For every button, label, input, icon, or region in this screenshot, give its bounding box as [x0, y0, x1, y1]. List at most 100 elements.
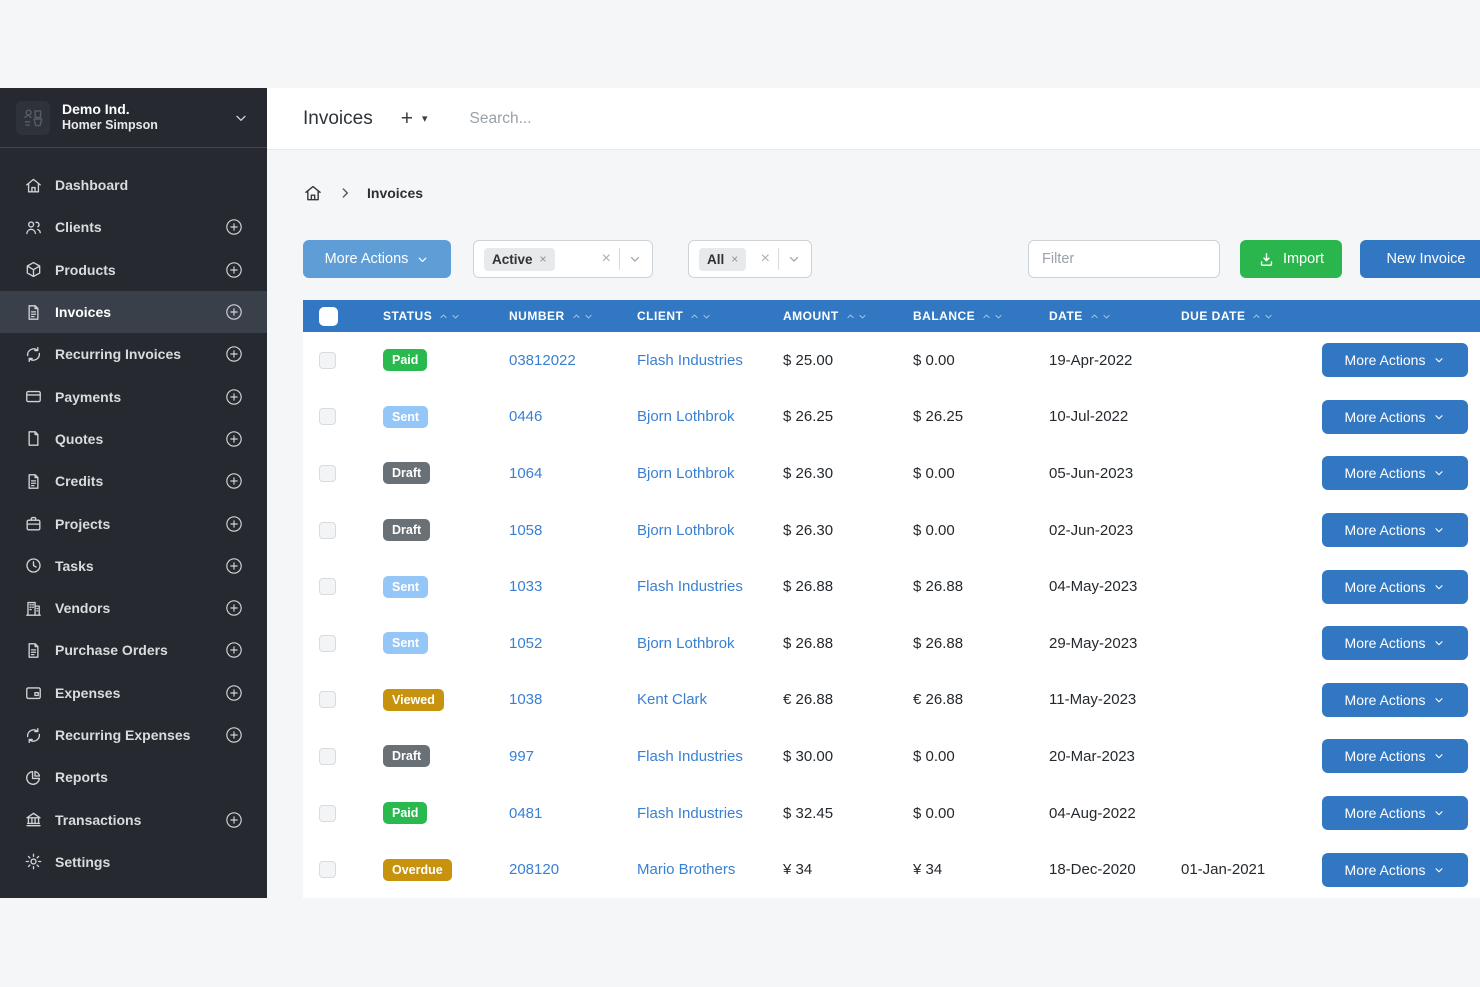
column-header-client[interactable]: CLIENT [621, 309, 767, 323]
row-more-actions-button[interactable]: More Actions [1322, 570, 1468, 604]
client-link[interactable]: Flash Industries [637, 748, 743, 765]
plus-circle-icon[interactable] [224, 640, 244, 660]
column-header-due-date[interactable]: DUE DATE [1165, 309, 1305, 323]
row-checkbox[interactable] [319, 805, 336, 822]
account-menu[interactable]: Demo Ind. Homer Simpson [0, 88, 267, 148]
sidebar-item-tasks[interactable]: Tasks [0, 545, 267, 587]
row-checkbox[interactable] [319, 522, 336, 539]
sidebar-item-clients[interactable]: Clients [0, 206, 267, 248]
client-link[interactable]: Bjorn Lothbrok [637, 465, 735, 482]
row-more-actions-button[interactable]: More Actions [1322, 456, 1468, 490]
sidebar-item-products[interactable]: Products [0, 249, 267, 291]
row-checkbox[interactable] [319, 861, 336, 878]
row-checkbox[interactable] [319, 748, 336, 765]
sidebar-item-vendors[interactable]: Vendors [0, 587, 267, 629]
sort-icons[interactable] [1252, 312, 1273, 321]
client-link[interactable]: Mario Brothers [637, 861, 735, 878]
sort-icons[interactable] [846, 312, 867, 321]
chevron-down-icon[interactable] [779, 252, 801, 266]
sort-icons[interactable] [572, 312, 593, 321]
row-more-actions-button[interactable]: More Actions [1322, 683, 1468, 717]
column-header-balance[interactable]: BALANCE [897, 309, 1033, 323]
sidebar-item-invoices[interactable]: Invoices [0, 291, 267, 333]
row-checkbox[interactable] [319, 578, 336, 595]
sidebar-item-quotes[interactable]: Quotes [0, 418, 267, 460]
row-more-actions-button[interactable]: More Actions [1322, 513, 1468, 547]
import-button[interactable]: Import [1240, 240, 1342, 278]
plus-circle-icon[interactable] [224, 260, 244, 280]
sidebar-item-projects[interactable]: Projects [0, 502, 267, 544]
filter-input[interactable] [1028, 240, 1220, 278]
sort-icons[interactable] [1090, 312, 1111, 321]
row-more-actions-button[interactable]: More Actions [1322, 626, 1468, 660]
row-checkbox[interactable] [319, 691, 336, 708]
sort-icons[interactable] [982, 312, 1003, 321]
sidebar-item-reports[interactable]: Reports [0, 756, 267, 798]
client-link[interactable]: Bjorn Lothbrok [637, 635, 735, 652]
client-link[interactable]: Flash Industries [637, 578, 743, 595]
select-clear-icon[interactable]: × [594, 250, 619, 268]
invoice-number-link[interactable]: 0481 [509, 805, 542, 822]
row-more-actions-button[interactable]: More Actions [1322, 400, 1468, 434]
plus-circle-icon[interactable] [224, 514, 244, 534]
row-more-actions-button[interactable]: More Actions [1322, 796, 1468, 830]
quick-add-caret-icon[interactable]: ▾ [422, 112, 428, 125]
invoice-number-link[interactable]: 03812022 [509, 352, 576, 369]
home-icon[interactable] [303, 183, 323, 203]
client-link[interactable]: Bjorn Lothbrok [637, 522, 735, 539]
row-checkbox[interactable] [319, 635, 336, 652]
quick-add-button[interactable]: + [401, 108, 413, 129]
chevron-down-icon[interactable] [620, 252, 642, 266]
column-header-date[interactable]: DATE [1033, 309, 1165, 323]
search-input[interactable] [470, 110, 890, 128]
plus-circle-icon[interactable] [224, 683, 244, 703]
client-link[interactable]: Bjorn Lothbrok [637, 408, 735, 425]
client-filter-select[interactable]: All × × [688, 240, 812, 278]
plus-circle-icon[interactable] [224, 344, 244, 364]
sidebar-item-credits[interactable]: Credits [0, 460, 267, 502]
sidebar-item-payments[interactable]: Payments [0, 375, 267, 417]
invoice-number-link[interactable]: 1058 [509, 522, 542, 539]
invoice-number-link[interactable]: 1064 [509, 465, 542, 482]
plus-circle-icon[interactable] [224, 471, 244, 491]
column-header-status[interactable]: STATUS [367, 309, 493, 323]
chip-remove-icon[interactable]: × [540, 252, 547, 266]
sidebar-item-recurring-invoices[interactable]: Recurring Invoices [0, 333, 267, 375]
plus-circle-icon[interactable] [224, 556, 244, 576]
bulk-more-actions-button[interactable]: More Actions [303, 240, 451, 278]
plus-circle-icon[interactable] [224, 387, 244, 407]
plus-circle-icon[interactable] [224, 302, 244, 322]
select-clear-icon[interactable]: × [753, 250, 778, 268]
status-filter-select[interactable]: Active × × [473, 240, 653, 278]
row-more-actions-button[interactable]: More Actions [1322, 343, 1468, 377]
sidebar-item-transactions[interactable]: Transactions [0, 798, 267, 840]
invoice-number-link[interactable]: 1052 [509, 635, 542, 652]
column-header-number[interactable]: NUMBER [493, 309, 621, 323]
row-more-actions-button[interactable]: More Actions [1322, 739, 1468, 773]
client-link[interactable]: Flash Industries [637, 805, 743, 822]
plus-circle-icon[interactable] [224, 598, 244, 618]
chip-remove-icon[interactable]: × [731, 252, 738, 266]
plus-circle-icon[interactable] [224, 217, 244, 237]
invoice-number-link[interactable]: 997 [509, 748, 534, 765]
sidebar-item-expenses[interactable]: Expenses [0, 672, 267, 714]
sort-icons[interactable] [690, 312, 711, 321]
sidebar-item-settings[interactable]: Settings [0, 841, 267, 883]
sidebar-item-dashboard[interactable]: Dashboard [0, 164, 267, 206]
row-checkbox[interactable] [319, 465, 336, 482]
plus-circle-icon[interactable] [224, 725, 244, 745]
plus-circle-icon[interactable] [224, 810, 244, 830]
column-header-amount[interactable]: AMOUNT [767, 309, 897, 323]
client-link[interactable]: Kent Clark [637, 691, 707, 708]
sidebar-item-purchase-orders[interactable]: Purchase Orders [0, 629, 267, 671]
select-all-checkbox[interactable] [319, 307, 338, 326]
row-checkbox[interactable] [319, 408, 336, 425]
invoice-number-link[interactable]: 1038 [509, 691, 542, 708]
sidebar-item-recurring-expenses[interactable]: Recurring Expenses [0, 714, 267, 756]
new-invoice-button[interactable]: New Invoice [1360, 240, 1480, 278]
plus-circle-icon[interactable] [224, 429, 244, 449]
row-more-actions-button[interactable]: More Actions [1322, 853, 1468, 887]
row-checkbox[interactable] [319, 352, 336, 369]
invoice-number-link[interactable]: 1033 [509, 578, 542, 595]
sort-icons[interactable] [439, 312, 460, 321]
